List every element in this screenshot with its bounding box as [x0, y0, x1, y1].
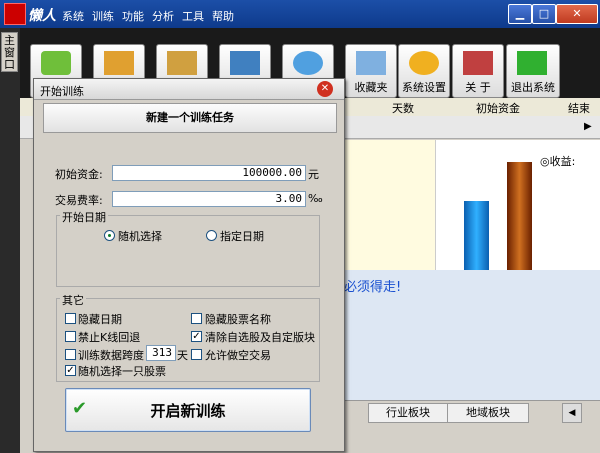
random-one-stock-label: 随机选择一只股票 [78, 365, 166, 378]
clear-watchlist-label: 清除自选股及自定版块 [205, 331, 315, 344]
bar-blue [464, 201, 489, 270]
menu-system[interactable]: 系统 [62, 8, 84, 24]
scroll-left-icon[interactable]: ◀ [562, 403, 582, 423]
toolbar-exit-button[interactable]: 退出系统 [506, 44, 560, 98]
toolbar-label: 系统设置 [402, 81, 446, 94]
random-radio[interactable] [104, 230, 115, 241]
fee-label: 交易费率: [55, 194, 103, 207]
info-text: 必须得走! [344, 280, 402, 295]
data-span-checkbox[interactable] [65, 349, 76, 360]
tab-industry-sector[interactable]: 行业板块 [368, 403, 448, 423]
toolbar-favorites-button[interactable]: 收藏夹 [345, 44, 397, 98]
forbid-rollback-checkbox[interactable] [65, 331, 76, 342]
initial-funds-field[interactable]: 100000.00 [112, 165, 306, 181]
initial-funds-label: 初始资金: [55, 168, 103, 181]
start-training-button[interactable]: ✔ 开启新训练 [65, 388, 311, 432]
specified-radio[interactable] [206, 230, 217, 241]
new-task-button[interactable]: 新建一个训练任务 [43, 103, 337, 133]
toolbar-about-button[interactable]: 关 于 [452, 44, 504, 98]
clear-watchlist-checkbox[interactable]: ✓ [191, 331, 202, 342]
toolbar-settings-button[interactable]: 系统设置 [398, 44, 450, 98]
scroll-right-icon[interactable]: ▶ [584, 121, 592, 132]
menu-help[interactable]: 帮助 [212, 8, 234, 24]
toolbar-label: 关 于 [465, 81, 491, 94]
hide-stock-name-checkbox[interactable] [191, 313, 202, 324]
truck-icon [230, 51, 260, 75]
favorites-icon [356, 51, 386, 75]
app-logo-icon [4, 3, 26, 25]
data-span-label: 训练数据跨度 [78, 349, 144, 362]
dialog-close-icon[interactable]: ✕ [317, 81, 333, 97]
menu-tools[interactable]: 工具 [182, 8, 204, 24]
column-header-initial-funds[interactable]: 初始资金 [476, 100, 520, 116]
main-window-tab[interactable]: 主窗口 [1, 32, 18, 72]
start-date-title: 开始日期 [60, 209, 108, 225]
menu-function[interactable]: 功能 [122, 8, 144, 24]
about-icon [463, 51, 493, 75]
profit-label: ◎收益: [540, 155, 576, 168]
globe-icon [293, 51, 323, 75]
hide-date-label: 隐藏日期 [78, 313, 122, 326]
close-button[interactable]: ✕ [556, 4, 598, 24]
toolbar-label: 收藏夹 [354, 81, 388, 94]
data-span-unit: 天 [177, 349, 188, 362]
allow-short-label: 允许做空交易 [205, 349, 271, 362]
maximize-button[interactable]: □ [532, 4, 556, 24]
box-icon [167, 51, 197, 75]
allow-short-checkbox[interactable] [191, 349, 202, 360]
toolbar-label: 退出系统 [511, 81, 555, 94]
random-option-label: 随机选择 [118, 230, 162, 243]
gear-icon [409, 51, 439, 75]
easel-icon [104, 51, 134, 75]
app-name: 懒人 [28, 8, 56, 24]
dialog-title: 开始训练 [40, 85, 84, 98]
hide-stock-name-label: 隐藏股票名称 [205, 313, 271, 326]
forbid-rollback-label: 禁止K线回退 [78, 331, 141, 344]
start-date-group [56, 215, 320, 287]
left-strip [0, 28, 20, 453]
fee-field[interactable]: 3.00 [112, 191, 306, 207]
chart-pane [340, 140, 436, 270]
coins-icon [41, 51, 71, 75]
initial-funds-unit: 元 [308, 168, 319, 181]
start-training-label: 开启新训练 [150, 402, 226, 420]
specified-option-label: 指定日期 [220, 230, 264, 243]
minimize-button[interactable]: ▁ [508, 4, 532, 24]
column-header-end[interactable]: 结束 [568, 100, 590, 116]
tab-region-sector[interactable]: 地域板块 [447, 403, 529, 423]
menu-training[interactable]: 训练 [92, 8, 114, 24]
hide-date-checkbox[interactable] [65, 313, 76, 324]
bar-red [507, 162, 532, 270]
exit-arrow-icon [517, 51, 547, 75]
other-options-title: 其它 [60, 292, 86, 308]
fee-unit: ‰ [308, 192, 323, 205]
menu-analysis[interactable]: 分析 [152, 8, 174, 24]
training-dialog: 开始训练 ✕ 新建一个训练任务 初始资金: 100000.00 元 交易费率: … [33, 78, 345, 452]
data-span-field[interactable]: 313 [146, 345, 176, 361]
random-one-stock-checkbox[interactable]: ✓ [65, 365, 76, 376]
column-header-days[interactable]: 天数 [392, 100, 414, 116]
